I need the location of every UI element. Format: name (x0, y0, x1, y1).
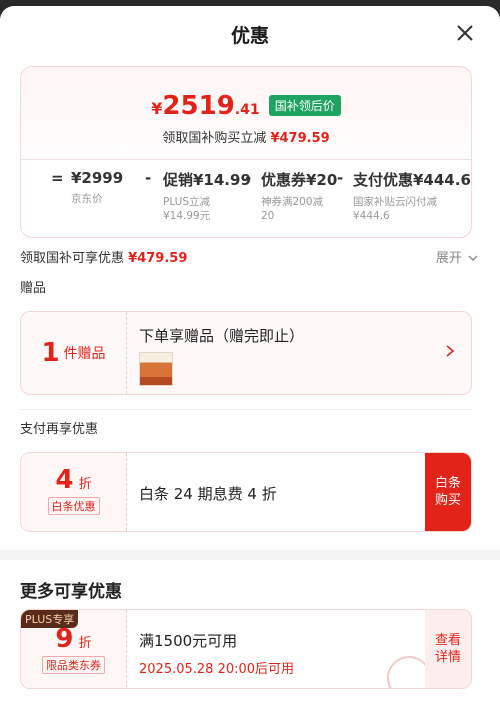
divider (21, 159, 471, 160)
expand-label: 展开 (435, 251, 462, 266)
formula-desc-line: ¥444.6 (353, 210, 390, 222)
formula-operator: - (337, 169, 344, 187)
button-line: 白条 (434, 476, 461, 491)
final-price-currency: ¥ (151, 99, 163, 118)
formula-value: 优惠券¥20 (261, 171, 338, 189)
gift-count-number: 1 (41, 338, 60, 368)
baitiao-discount-number: 4 (55, 465, 74, 495)
view-details-label: 查看 详情 (435, 632, 461, 666)
coupon-discount-number: 9 (55, 624, 74, 654)
formula-operator: = (51, 169, 64, 187)
final-price-integer: 2519 (162, 91, 235, 121)
subsidy-savings-amount: ¥479.59 (270, 131, 330, 146)
subsidy-row: 领取国补可享优惠 ¥479.59 (20, 247, 187, 266)
button-line: 购买 (434, 493, 461, 508)
coupon-condition: 满1500元可用 (139, 632, 238, 650)
subsidy-savings-label: 领取国补购买立减 (162, 131, 267, 146)
formula-item-coupon: 优惠券¥20 神券满200减 20 (261, 169, 337, 223)
divider (20, 409, 472, 410)
button-line: 详情 (434, 650, 461, 665)
sheet-title: 优惠 (230, 24, 269, 47)
formula-desc: 神券满200减 20 (261, 195, 337, 223)
gift-card[interactable]: 1 件赠品 下单享赠品（赠完即止） (20, 311, 472, 395)
close-icon[interactable] (454, 22, 476, 44)
formula-desc-line: ¥14.99元 (163, 210, 211, 222)
formula-desc-line: 国家补贴云闪付减 (353, 196, 437, 208)
formula-desc-line: PLUS立减 (163, 196, 211, 208)
gift-count-unit: 件赠品 (63, 346, 106, 362)
subsidy-row-label: 领取国补可享优惠 (20, 251, 125, 266)
button-line: 查看 (434, 633, 461, 648)
subsidy-savings-line: 领取国补购买立减 ¥479.59 (21, 127, 471, 146)
formula-operator: - (145, 169, 152, 187)
view-details-button[interactable]: 查看 详情 (425, 610, 471, 688)
gift-thumbnail (139, 352, 173, 386)
baitiao-buy-button[interactable]: 白条 购买 (425, 453, 471, 531)
formula-desc: 国家补贴云闪付减 ¥444.6 (353, 195, 471, 223)
final-price: ¥2519.41 (151, 91, 259, 121)
baitiao-offer-card: 4 折 白条优惠 白条 24 期息费 4 折 白条 购买 (20, 452, 472, 532)
formula-item-list-price: ¥2999 京东价 (71, 169, 123, 206)
coupon-valid-time: 2025.05.28 20:00后可用 (139, 662, 295, 677)
expand-toggle[interactable]: 展开 (436, 247, 478, 266)
baitiao-badge: 白条优惠 (47, 497, 100, 515)
formula-item-payment: 支付优惠¥444.6 国家补贴云闪付减 ¥444.6 (353, 169, 471, 223)
gift-count: 1 件赠品 (21, 312, 127, 394)
formula-desc-line: 20 (261, 210, 275, 222)
more-offers-title: 更多可享优惠 (20, 582, 122, 602)
formula-item-promotion: 促销¥14.99 PLUS立减 ¥14.99元 (163, 169, 251, 223)
baitiao-discount-value: 4 折 (21, 465, 126, 495)
final-price-row: ¥2519.41 国补领后价 (21, 91, 471, 121)
coupon-badge: 限品类东券 (42, 656, 105, 674)
formula-operator: - (245, 169, 252, 187)
formula-value: 促销¥14.99 (163, 171, 251, 189)
discount-sheet: 优惠 ¥2519.41 国补领后价 领取国补购买立减 ¥479.59 = ¥29… (0, 6, 500, 703)
coupon-discount-unit: 折 (78, 636, 92, 651)
baitiao-discount-unit: 折 (78, 477, 92, 492)
gift-title: 下单享赠品（赠完即止） (139, 327, 305, 345)
formula-desc: PLUS立减 ¥14.99元 (163, 195, 251, 223)
section-spacer (0, 550, 500, 560)
sheet-header: 优惠 (0, 6, 500, 62)
subsidy-row-amount: ¥479.59 (128, 251, 188, 266)
baitiao-offer-text: 白条 24 期息费 4 折 (139, 485, 277, 503)
subsidy-price-tag: 国补领后价 (268, 95, 341, 116)
gift-section-label: 赠品 (20, 281, 47, 296)
formula-value: ¥2999 (71, 169, 124, 187)
price-summary-card: ¥2519.41 国补领后价 领取国补购买立减 ¥479.59 = ¥2999 … (20, 66, 472, 238)
baitiao-buy-label: 白条 购买 (435, 475, 461, 509)
chevron-right-icon (446, 345, 455, 357)
plus-exclusive-tag: PLUS专享 (21, 610, 79, 628)
final-price-decimal: .41 (234, 102, 260, 118)
formula-desc-line: 神券满200减 (261, 196, 324, 208)
formula-desc: 京东价 (71, 193, 103, 205)
coupon-discount: PLUS专享 9 折 限品类东券 (21, 610, 127, 688)
formula-value: 支付优惠¥444.6 (353, 171, 471, 189)
coupon-card: PLUS专享 9 折 限品类东券 满1500元可用 2025.05.28 20:… (20, 609, 472, 689)
baitiao-discount: 4 折 白条优惠 (21, 453, 127, 531)
chevron-down-icon (468, 255, 478, 261)
pay-section-label: 支付再享优惠 (20, 422, 99, 437)
price-formula: = ¥2999 京东价 - 促销¥14.99 PLUS立减 ¥14.99元 - … (51, 169, 471, 229)
